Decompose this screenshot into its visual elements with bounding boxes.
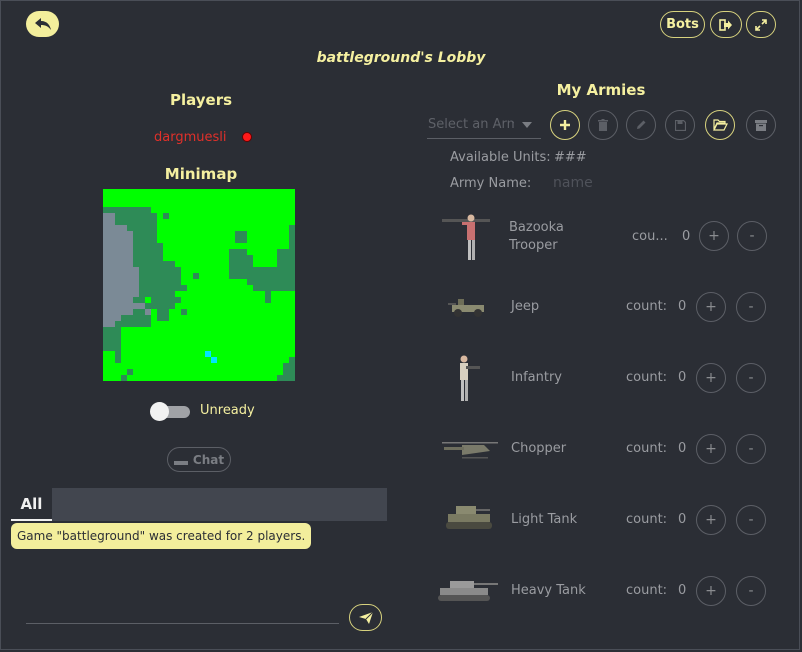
chat-message: Game "battleground" was created for 2 pl…	[11, 523, 312, 549]
light-tank-sprite	[446, 506, 492, 529]
army-select[interactable]: Select an Army	[427, 112, 541, 139]
sign-out-icon	[719, 18, 732, 31]
army-name-label: Army Name:	[450, 176, 532, 191]
unit-count-label: count:	[626, 370, 668, 385]
increment-button[interactable]: +	[696, 363, 726, 393]
decrement-button[interactable]: -	[736, 576, 766, 606]
armies-heading: My Armies	[556, 81, 646, 99]
decrement-button[interactable]: -	[736, 434, 766, 464]
minimap	[103, 189, 295, 381]
tab-all[interactable]: All	[11, 488, 52, 521]
increment-button[interactable]: +	[699, 221, 729, 251]
unit-count-label: count:	[626, 299, 668, 314]
tab-all-label: All	[20, 494, 43, 513]
unit-count: 0	[682, 229, 691, 244]
unit-count: 0	[678, 370, 687, 385]
jeep-sprite	[448, 299, 484, 317]
back-arrow-icon	[34, 18, 51, 30]
back-button[interactable]	[26, 11, 59, 37]
unit-count-label: count:	[626, 512, 668, 527]
archive-army-button[interactable]	[746, 110, 776, 140]
decrement-button[interactable]: -	[736, 505, 766, 535]
chopper-sprite	[442, 442, 498, 459]
unit-row-bazooka-trooper: Bazooka Trooper cou... 0 + -	[430, 206, 770, 266]
ready-toggle[interactable]	[150, 402, 190, 421]
paper-plane-icon	[358, 611, 373, 624]
page-title: battleground's Lobby	[316, 50, 486, 66]
leave-button[interactable]	[710, 11, 742, 38]
unit-row-chopper: Chopper count: 0 + -	[430, 419, 770, 479]
toggle-knob	[150, 402, 169, 421]
save-icon	[674, 119, 686, 131]
chevron-down-icon	[522, 122, 532, 128]
unit-count-label: cou...	[632, 229, 668, 244]
expand-icon	[755, 18, 767, 31]
fullscreen-button[interactable]	[746, 11, 776, 38]
chat-button[interactable]: Chat	[167, 447, 231, 472]
unit-count-label: count:	[626, 441, 668, 456]
chat-input[interactable]	[26, 605, 339, 624]
increment-button[interactable]: +	[696, 505, 726, 535]
player-name: dargmuesli	[154, 130, 227, 145]
send-button[interactable]	[349, 604, 382, 631]
unit-count-label: count:	[626, 583, 668, 598]
unit-name: Light Tank	[511, 512, 578, 527]
edit-army-button[interactable]	[626, 110, 656, 140]
unit-name: Infantry	[511, 370, 562, 385]
unit-name: Jeep	[511, 299, 540, 314]
player-row: dargmuesli	[154, 126, 252, 145]
delete-army-button[interactable]	[588, 110, 618, 140]
unit-count: 0	[678, 299, 687, 314]
heavy-tank-sprite	[438, 581, 498, 601]
chat-tab-bar	[52, 488, 387, 521]
decrement-button[interactable]: -	[736, 363, 766, 393]
save-army-button[interactable]	[665, 110, 695, 140]
army-name-input[interactable]	[553, 173, 653, 193]
unit-count: 0	[678, 441, 687, 456]
folder-open-icon	[712, 119, 728, 131]
ready-toggle-label: Unready	[200, 403, 255, 418]
player-status-dot	[241, 131, 252, 142]
increment-button[interactable]: +	[696, 292, 726, 322]
unit-count: 0	[678, 583, 687, 598]
army-select-placeholder: Select an Army	[428, 117, 514, 132]
plus-icon	[560, 120, 570, 130]
archive-icon	[755, 119, 767, 131]
minimap-heading: Minimap	[164, 165, 238, 183]
unit-name: Heavy Tank	[511, 583, 586, 598]
players-heading: Players	[169, 91, 233, 109]
available-units-label: Available Units:	[450, 150, 551, 165]
unit-count: 0	[678, 512, 687, 527]
bazooka-trooper-sprite	[442, 214, 490, 260]
unit-row-jeep: Jeep count: 0 + -	[430, 277, 770, 337]
unit-name: Bazooka Trooper	[509, 220, 564, 253]
open-army-button[interactable]	[705, 110, 735, 140]
chat-button-label: Chat	[192, 452, 225, 467]
increment-button[interactable]: +	[696, 434, 726, 464]
add-army-button[interactable]	[550, 110, 580, 140]
unit-name: Chopper	[511, 441, 567, 456]
increment-button[interactable]: +	[696, 576, 726, 606]
trash-icon	[598, 119, 608, 131]
unit-row-light-tank: Light Tank count: 0 + -	[430, 490, 770, 550]
infantry-sprite	[460, 355, 480, 401]
keyboard-icon	[173, 460, 188, 465]
pencil-icon	[637, 120, 646, 129]
decrement-button[interactable]: -	[736, 292, 766, 322]
decrement-button[interactable]: -	[737, 221, 767, 251]
available-units-value: ###	[554, 150, 587, 165]
bots-button[interactable]: Bots	[660, 11, 705, 38]
unit-row-heavy-tank: Heavy Tank count: 0 + -	[430, 561, 770, 621]
unit-row-infantry: Infantry count: 0 + -	[430, 348, 770, 408]
